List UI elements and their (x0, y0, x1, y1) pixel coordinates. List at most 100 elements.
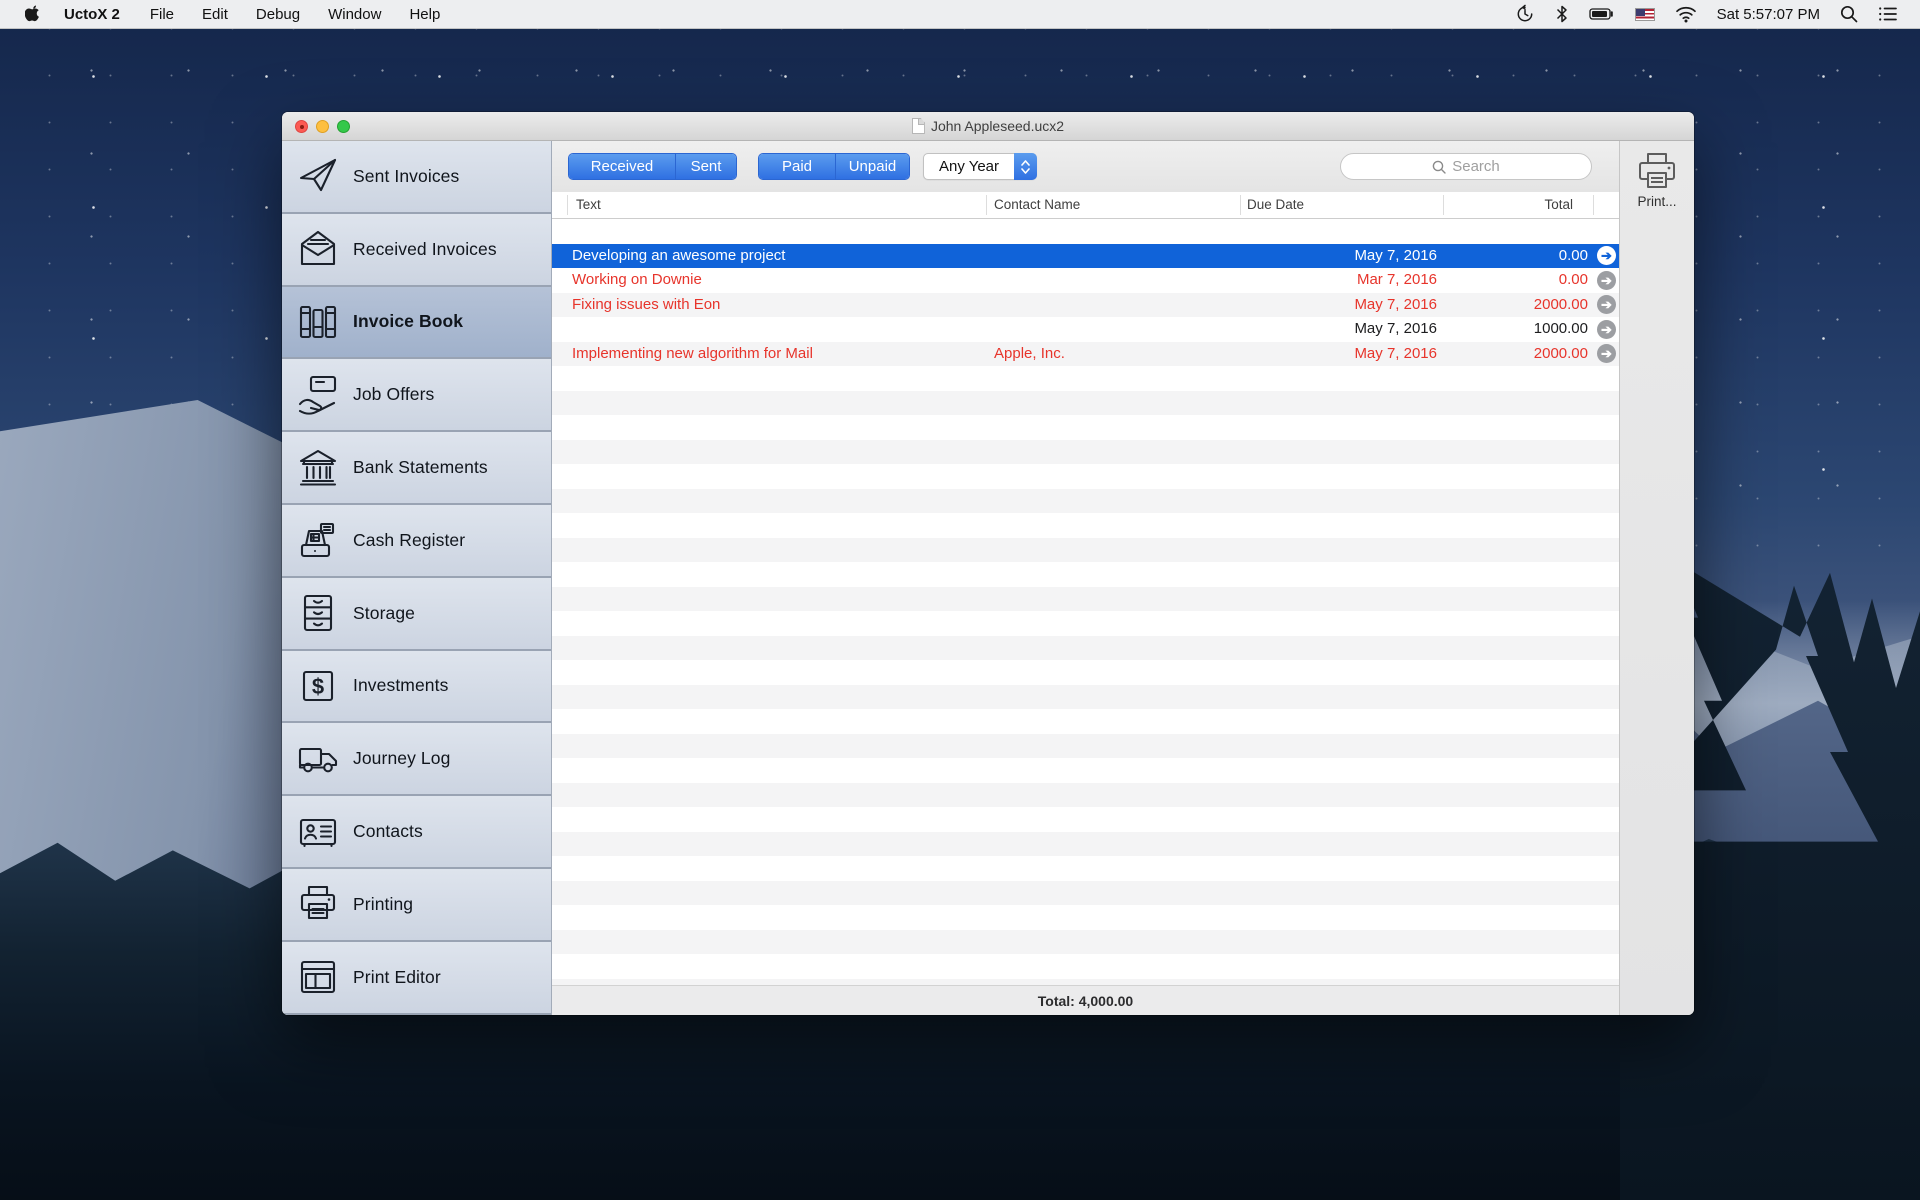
column-header-due[interactable]: Due Date (1247, 192, 1304, 218)
empty-stripe-row (552, 758, 1619, 783)
invoice-row[interactable]: Working on Downie Mar 7, 2016 0.00 ➔ (552, 268, 1619, 293)
close-button[interactable] (295, 120, 308, 133)
footer-total: Total: 4,000.00 (1037, 992, 1134, 1009)
battery-menu-extra[interactable] (1579, 0, 1625, 29)
paper-plane-icon (296, 154, 340, 198)
print-toolbar-icon (1634, 150, 1680, 192)
invoice-contact: Apple, Inc. (994, 344, 1065, 362)
invoice-row[interactable]: Fixing issues with Eon May 7, 2016 2000.… (552, 292, 1619, 317)
sidebar-item-print-editor[interactable]: Print Editor (282, 941, 551, 1015)
spotlight-menu-extra[interactable] (1830, 0, 1868, 29)
sidebar-item-bank-statements[interactable]: Bank Statements (282, 432, 551, 505)
sidebar-item-label: Printing (353, 893, 414, 914)
app-window: John Appleseed.ucx2 Sent Invoices Receiv… (282, 112, 1694, 1015)
invoice-total: 0.00 (1558, 246, 1588, 264)
empty-stripe-row (552, 439, 1619, 464)
invoice-table: Developing an awesome project May 7, 201… (552, 219, 1619, 985)
invoice-text: Developing an awesome project (572, 246, 786, 264)
sidebar-item-printing[interactable]: Printing (282, 868, 551, 942)
us-flag-menu-extra[interactable] (1625, 0, 1665, 29)
sidebar-item-label: Journey Log (353, 748, 451, 769)
sidebar-item-job-offers[interactable]: Job Offers (282, 359, 551, 433)
chevron-up-icon (1021, 159, 1030, 166)
us-flag-icon (1634, 7, 1655, 21)
sidebar-item-label: Received Invoices (353, 238, 497, 259)
time-machine-menu-extra[interactable] (1505, 0, 1545, 29)
sidebar-item-label: Bank Statements (353, 457, 488, 478)
battery-icon (1588, 4, 1615, 24)
column-header-contact[interactable]: Contact Name (994, 192, 1080, 218)
row-detail-arrow-button[interactable]: ➔ (1597, 270, 1616, 290)
empty-stripe-row (552, 488, 1619, 513)
empty-stripe-row (552, 415, 1619, 440)
document-icon (911, 118, 925, 134)
invoice-row[interactable]: Implementing new algorithm for Mail Appl… (552, 341, 1619, 366)
minimize-button[interactable] (316, 120, 329, 133)
zoom-button[interactable] (337, 120, 350, 133)
chevron-down-icon (1021, 167, 1030, 174)
menubar-clock[interactable]: Sat 5:57:07 PM (1707, 6, 1830, 23)
cash-register-icon (296, 518, 340, 562)
toolbar: Received Sent Paid Unpaid Any Year Searc… (552, 141, 1619, 192)
time-machine-icon (1515, 4, 1535, 24)
sidebar-item-label: Cash Register (353, 529, 466, 550)
row-detail-arrow-button[interactable]: ➔ (1597, 319, 1616, 339)
sent-filter-button[interactable]: Sent (675, 154, 736, 179)
table-footer: Total: 4,000.00 (552, 985, 1619, 1015)
title-bar[interactable]: John Appleseed.ucx2 (282, 112, 1694, 141)
invoice-due-date: May 7, 2016 (1354, 246, 1437, 264)
empty-stripe-row (552, 856, 1619, 881)
search-placeholder: Search (1452, 158, 1500, 175)
unpaid-filter-button[interactable]: Unpaid (835, 154, 909, 179)
invoice-row[interactable]: May 7, 2016 1000.00 ➔ (552, 317, 1619, 342)
sidebar-item-invoice-book[interactable]: Invoice Book (282, 286, 551, 360)
sidebar-item-journey-log[interactable]: Journey Log (282, 723, 551, 797)
empty-stripe-row (552, 905, 1619, 930)
menu-bar: UctoX 2 File Edit Debug Window Help Sat 5:57… (0, 0, 1920, 29)
print-button[interactable]: Print... (1634, 150, 1680, 209)
sidebar-item-label: Sent Invoices (353, 165, 460, 186)
empty-stripe-row (552, 880, 1619, 905)
row-detail-arrow-button[interactable]: ➔ (1597, 246, 1616, 265)
sidebar-item-contacts[interactable]: Contacts (282, 796, 551, 869)
menu-debug[interactable]: Debug (242, 0, 314, 29)
invoice-row[interactable]: Developing an awesome project May 7, 201… (552, 243, 1619, 268)
sidebar-item-sent-invoices[interactable]: Sent Invoices (282, 141, 551, 214)
search-input[interactable]: Search (1340, 153, 1592, 180)
invoice-due-date: Mar 7, 2016 (1356, 271, 1437, 288)
menu-edit[interactable]: Edit (188, 0, 242, 29)
column-header-text[interactable]: Text (576, 192, 601, 218)
bluetooth-menu-extra[interactable] (1545, 0, 1579, 29)
year-filter-popup[interactable]: Any Year (923, 153, 1037, 180)
invoice-due-date: May 7, 2016 (1354, 295, 1437, 313)
paid-filter-button[interactable]: Paid (759, 154, 835, 179)
sidebar-item-received-invoices[interactable]: Received Invoices (282, 213, 551, 287)
sidebar-item-investments[interactable]: $ Investments (282, 650, 551, 724)
table-header: Text Contact Name Due Date Total (552, 192, 1619, 219)
empty-stripe-row (552, 929, 1619, 954)
main-area: Received Sent Paid Unpaid Any Year Searc… (552, 141, 1619, 1015)
row-detail-arrow-button[interactable]: ➔ (1597, 295, 1616, 314)
notification-center-menu-extra[interactable] (1868, 0, 1908, 29)
sidebar-item-cash-register[interactable]: Cash Register (282, 504, 551, 578)
sidebar-item-label: Storage (353, 602, 415, 623)
apple-menu[interactable] (18, 0, 48, 29)
received-filter-button[interactable]: Received (569, 154, 675, 179)
bank-icon (296, 446, 340, 490)
menu-file[interactable]: File (136, 0, 188, 29)
column-header-total[interactable]: Total (1544, 192, 1573, 218)
envelope-open-icon (296, 227, 340, 271)
menu-app-name[interactable]: UctoX 2 (48, 0, 136, 29)
empty-stripe-row (552, 954, 1619, 979)
menu-help[interactable]: Help (395, 0, 454, 29)
menu-window[interactable]: Window (314, 0, 395, 29)
sidebar-item-storage[interactable]: Storage (282, 577, 551, 651)
sidebar-item-label: Invoice Book (353, 311, 464, 332)
row-detail-arrow-button[interactable]: ➔ (1597, 344, 1616, 363)
contact-card-icon (296, 810, 340, 854)
wifi-menu-extra[interactable] (1665, 0, 1707, 29)
invoice-total: 0.00 (1558, 271, 1588, 288)
invoice-total: 1000.00 (1533, 320, 1588, 337)
spotlight-icon (1840, 5, 1858, 23)
year-filter-value: Any Year (938, 158, 1000, 175)
